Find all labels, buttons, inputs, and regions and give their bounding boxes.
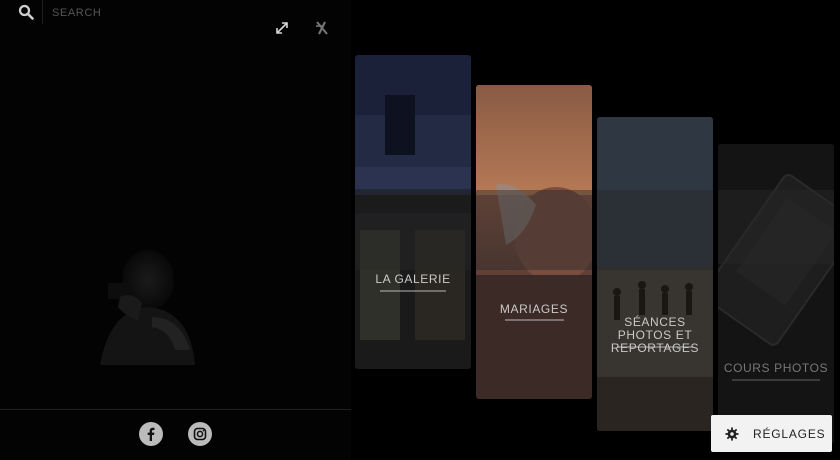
panel-underline [617, 346, 693, 348]
panel-underline [505, 319, 564, 321]
portrait-image [80, 225, 210, 365]
panel-shade [476, 190, 592, 270]
sidebar [0, 0, 351, 460]
gallery-panel-mariages[interactable]: MARIAGES [476, 85, 592, 399]
search-bar [0, 0, 351, 26]
panel-shade [718, 190, 834, 264]
search-input[interactable] [52, 4, 252, 22]
gallery-image [718, 144, 834, 444]
gallery-image [597, 117, 713, 431]
sidebar-divider [0, 409, 351, 410]
instagram-icon [193, 427, 207, 441]
panel-underline [732, 379, 820, 381]
panel-label-seances: SÉANCES PHOTOS ET REPORTAGES [610, 315, 700, 355]
panel-label-cours: COURS PHOTOS [723, 361, 829, 375]
panel-label-mariages: MARIAGES [499, 302, 569, 316]
panel-shade [355, 190, 471, 270]
gallery-panel-seances[interactable]: SÉANCES PHOTOS ET REPORTAGES [597, 117, 713, 431]
settings-label: RÉGLAGES [753, 426, 826, 441]
expand-icon[interactable] [274, 20, 290, 36]
close-icon[interactable] [313, 19, 331, 37]
facebook-icon [147, 427, 155, 441]
instagram-button[interactable] [188, 422, 212, 446]
gallery-panel-cours[interactable]: COURS PHOTOS [718, 144, 834, 444]
gallery-panel-galerie[interactable]: LA GALERIE [355, 55, 471, 369]
panel-underline [380, 290, 446, 292]
search-icon[interactable] [18, 4, 34, 20]
settings-button[interactable]: RÉGLAGES [711, 415, 832, 452]
panel-shade [597, 190, 713, 270]
gear-icon [725, 426, 739, 441]
search-separator [42, 0, 43, 24]
facebook-button[interactable] [139, 422, 163, 446]
panel-label-galerie: LA GALERIE [375, 272, 451, 286]
